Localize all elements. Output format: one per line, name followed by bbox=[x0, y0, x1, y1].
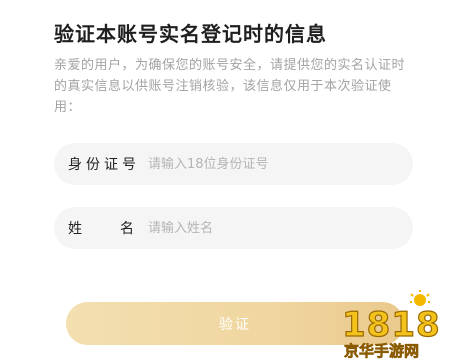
name-input[interactable] bbox=[148, 207, 413, 249]
page-title: 验证本账号实名登记时的信息 bbox=[54, 22, 327, 46]
watermark-logo-text: 1818 bbox=[342, 305, 441, 345]
page-description: 亲爱的用户，为确保您的账号安全，请提供您的实名认证时的真实信息以供账号注销核验，… bbox=[54, 58, 406, 115]
name-field[interactable]: 姓 名 bbox=[54, 207, 413, 249]
watermark-site-text: 京华手游网 bbox=[344, 342, 419, 360]
name-label-left: 姓 bbox=[68, 221, 82, 237]
site-watermark-logo: 1818 京华手游网 bbox=[341, 290, 441, 360]
id-number-label: 身份证号 bbox=[68, 157, 140, 173]
name-label-right: 名 bbox=[120, 221, 134, 237]
name-label: 姓 名 bbox=[68, 218, 134, 238]
id-number-field[interactable]: 身份证号 bbox=[54, 143, 413, 185]
id-number-input[interactable] bbox=[148, 143, 413, 185]
sun-icon bbox=[410, 290, 430, 306]
